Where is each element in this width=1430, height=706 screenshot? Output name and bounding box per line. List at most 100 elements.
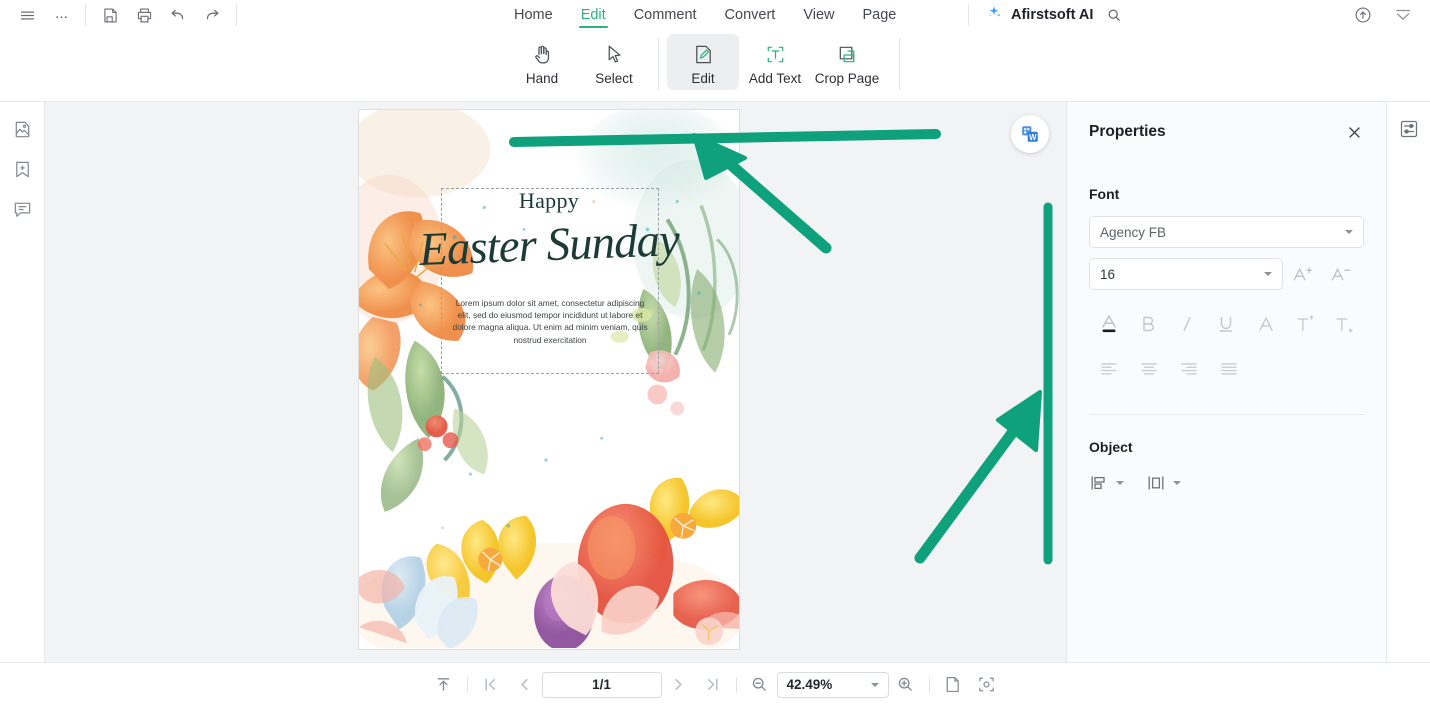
- strikethrough-icon[interactable]: [1246, 308, 1285, 340]
- chevron-down-icon-distribute: [1173, 481, 1181, 485]
- collapse-ribbon-icon[interactable]: [1386, 1, 1420, 29]
- font-size-row: 16: [1089, 258, 1364, 290]
- document-body-text: Lorem ipsum dolor sit amet, consectetur …: [452, 298, 648, 345]
- text-format-buttons: [1089, 308, 1364, 340]
- quick-access-toolbar: [0, 1, 244, 29]
- align-justify-icon[interactable]: [1209, 354, 1249, 384]
- redo-icon[interactable]: [195, 1, 229, 29]
- tab-home[interactable]: Home: [500, 0, 567, 30]
- hand-icon: [531, 40, 554, 68]
- chevron-down-icon-size: [1264, 272, 1272, 276]
- left-sidebar-rail: [0, 102, 45, 662]
- tab-edit[interactable]: Edit: [567, 0, 620, 30]
- zoom-level-value: 42.49%: [786, 677, 833, 692]
- toolbar-divider-2: [236, 4, 237, 26]
- pdf-page[interactable]: Happy Easter Sunday Lorem ipsum dolor si…: [358, 109, 740, 650]
- align-left-icon[interactable]: [1089, 354, 1129, 384]
- properties-panel: Properties Font Agency FB 16 Object: [1066, 102, 1386, 662]
- tool-hand-label: Hand: [525, 71, 559, 86]
- ribbon-divider: [658, 38, 659, 90]
- fit-page-icon[interactable]: [936, 671, 970, 699]
- font-size-value: 16: [1100, 266, 1116, 282]
- cloud-upload-icon[interactable]: [1346, 1, 1380, 29]
- cursor-icon: [603, 40, 626, 68]
- superscript-icon[interactable]: [1285, 308, 1324, 340]
- save-icon[interactable]: [93, 1, 127, 29]
- tab-comment[interactable]: Comment: [620, 0, 711, 30]
- bottom-divider-2: [735, 676, 737, 693]
- tool-crop-page[interactable]: Crop Page: [811, 34, 883, 90]
- right-sidebar-rail: [1386, 102, 1430, 662]
- document-heading: Happy: [518, 188, 580, 213]
- ai-label: Afirstsoft AI: [1011, 7, 1094, 23]
- ai-assistant-group[interactable]: Afirstsoft AI: [985, 0, 1127, 30]
- last-page-icon[interactable]: [696, 671, 730, 699]
- zoom-in-icon[interactable]: [889, 671, 923, 699]
- ribbon-divider-2: [899, 38, 900, 90]
- menu-icon[interactable]: [10, 1, 44, 29]
- add-text-icon: [764, 40, 787, 68]
- decrease-font-size-icon[interactable]: [1321, 258, 1359, 290]
- tool-select-label: Select: [595, 71, 633, 86]
- chevron-down-icon-align: [1116, 481, 1124, 485]
- subscript-icon[interactable]: [1325, 308, 1364, 340]
- pdf-editor-window: Home Edit Comment Convert View Page Afir…: [0, 0, 1430, 706]
- font-family-value: Agency FB: [1100, 224, 1167, 240]
- undo-icon[interactable]: [161, 1, 195, 29]
- edit-ribbon-toolbar: Hand Select Edit Add Text Crop Page: [0, 30, 1430, 102]
- topbar-right-actions: [1346, 0, 1420, 30]
- edit-pencil-icon: [692, 40, 715, 68]
- tool-edit-label: Edit: [691, 71, 715, 86]
- text-align-buttons: [1089, 354, 1364, 384]
- object-distribute-icon[interactable]: [1146, 473, 1181, 493]
- zoom-out-icon[interactable]: [743, 671, 777, 699]
- bottom-divider-3: [928, 676, 930, 693]
- font-family-select[interactable]: Agency FB: [1089, 216, 1364, 248]
- previous-page-icon[interactable]: [508, 671, 542, 699]
- first-page-icon[interactable]: [474, 671, 508, 699]
- close-icon[interactable]: [1344, 122, 1364, 142]
- toolbar-divider: [85, 4, 86, 26]
- thumbnails-icon[interactable]: [9, 116, 35, 142]
- bold-icon[interactable]: [1128, 308, 1167, 340]
- more-icon[interactable]: [44, 1, 78, 29]
- fit-width-icon[interactable]: [970, 671, 1004, 699]
- zoom-level-select[interactable]: 42.49%: [776, 671, 889, 698]
- scroll-to-top-icon[interactable]: [427, 671, 461, 699]
- panel-title: Properties: [1089, 123, 1166, 140]
- sparkle-icon: [985, 4, 1003, 27]
- top-menu-bar: Home Edit Comment Convert View Page Afir…: [0, 0, 1430, 30]
- panel-settings-icon[interactable]: [1396, 116, 1422, 142]
- tab-page[interactable]: Page: [849, 0, 911, 30]
- font-section-label: Font: [1089, 186, 1120, 202]
- crop-icon: [836, 40, 859, 68]
- comment-icon[interactable]: [9, 196, 35, 222]
- document-canvas[interactable]: Happy Easter Sunday Lorem ipsum dolor si…: [45, 102, 1066, 662]
- italic-icon[interactable]: [1168, 308, 1207, 340]
- panel-divider: [1089, 414, 1364, 415]
- tool-select[interactable]: Select: [578, 34, 650, 90]
- tool-add-text[interactable]: Add Text: [739, 34, 811, 90]
- increase-font-size-icon[interactable]: [1283, 258, 1321, 290]
- object-align-icon[interactable]: [1089, 473, 1124, 493]
- menu-tab-list: Home Edit Comment Convert View Page: [500, 0, 910, 30]
- tab-convert[interactable]: Convert: [711, 0, 790, 30]
- tool-hand[interactable]: Hand: [506, 34, 578, 90]
- object-buttons: [1089, 473, 1364, 493]
- search-icon[interactable]: [1101, 1, 1127, 29]
- underline-icon[interactable]: [1207, 308, 1246, 340]
- convert-to-word-icon[interactable]: W: [1011, 115, 1049, 153]
- ai-divider: [968, 4, 969, 26]
- print-icon[interactable]: [127, 1, 161, 29]
- tab-view[interactable]: View: [789, 0, 848, 30]
- tool-add-text-label: Add Text: [748, 71, 802, 86]
- next-page-icon[interactable]: [662, 671, 696, 699]
- page-number-input[interactable]: 1/1: [541, 671, 662, 698]
- align-center-icon[interactable]: [1129, 354, 1169, 384]
- tool-edit[interactable]: Edit: [667, 34, 739, 90]
- bookmark-add-icon[interactable]: [9, 156, 35, 182]
- chevron-down-icon: [1345, 230, 1353, 234]
- font-color-icon[interactable]: [1089, 308, 1128, 340]
- font-size-select[interactable]: 16: [1089, 258, 1283, 290]
- align-right-icon[interactable]: [1169, 354, 1209, 384]
